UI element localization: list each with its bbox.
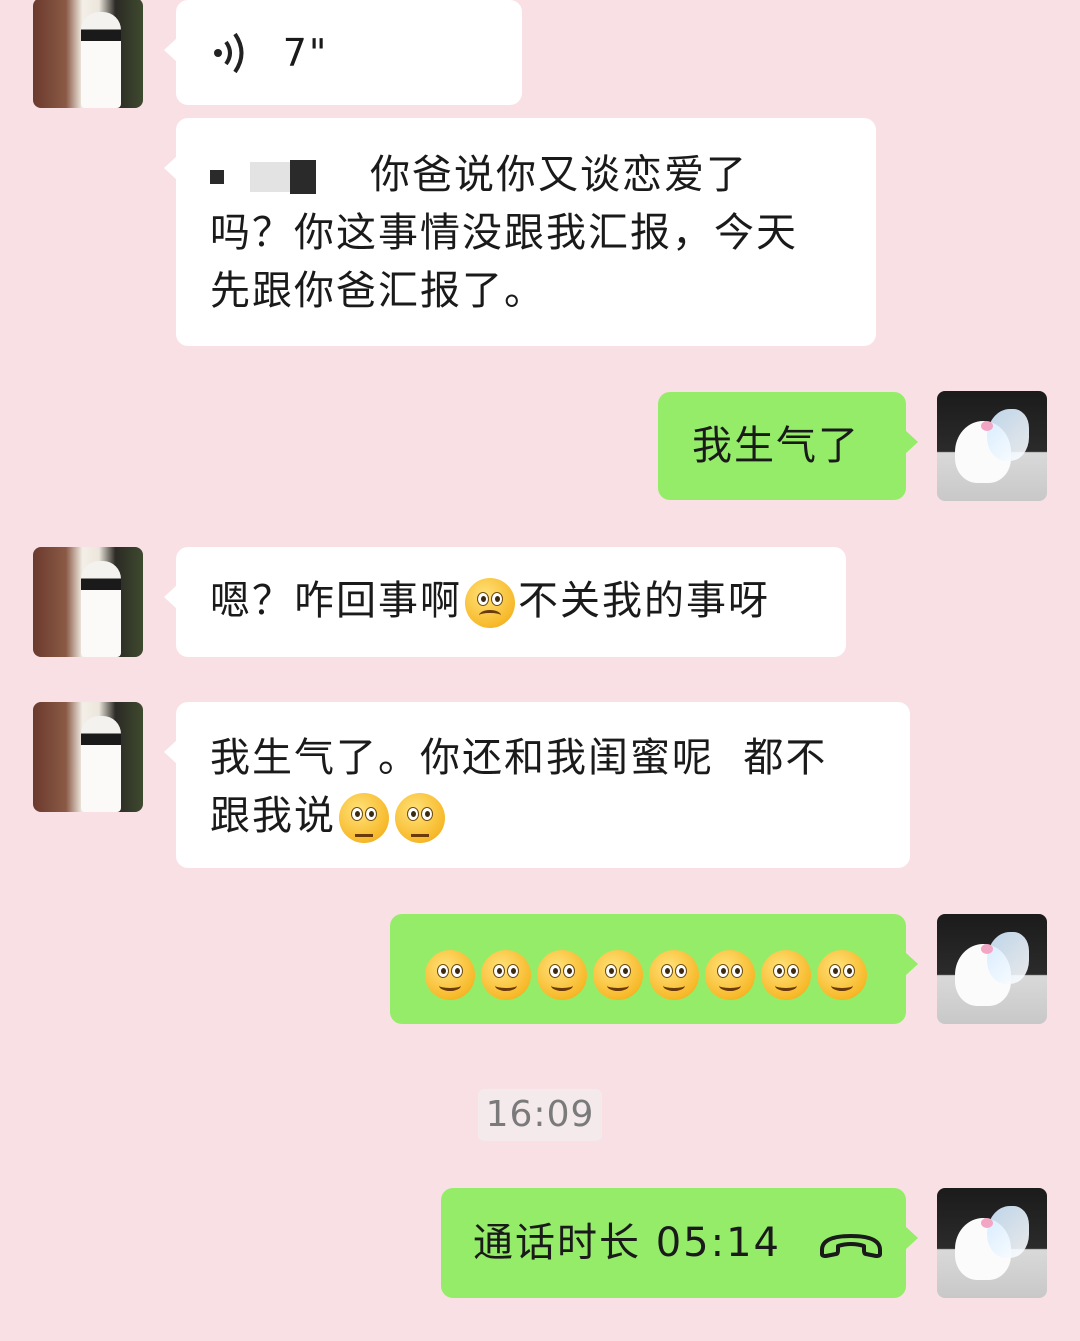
contact-avatar[interactable] — [33, 0, 143, 108]
frowning-face-icon — [465, 578, 515, 628]
text-message-bubble[interactable]: 嗯？咋回事啊 不关我的事呀 — [164, 547, 846, 657]
pleading-face-icon — [339, 793, 389, 843]
voice-message-bubble[interactable]: 7" — [164, 0, 522, 105]
contact-avatar[interactable] — [33, 547, 143, 657]
voice-duration: 7" — [282, 31, 329, 75]
phone-hangup-icon — [819, 1234, 882, 1258]
message-line: 你爸说你又谈恋爱了 — [210, 146, 856, 204]
message-line: 吗？你这事情没跟我汇报，今天 — [210, 210, 798, 256]
user-avatar[interactable] — [937, 391, 1047, 501]
user-avatar[interactable] — [937, 1188, 1047, 1298]
outgoing-message-bubble[interactable]: 我生气了 — [658, 392, 918, 500]
redacted-block — [250, 162, 290, 192]
smiling-face-icon — [761, 950, 811, 1000]
user-avatar[interactable] — [937, 914, 1047, 1024]
smiling-face-icon — [705, 950, 755, 1000]
message-line: 先跟你爸汇报了。 — [210, 268, 546, 314]
text-message-bubble[interactable]: 你爸说你又谈恋爱了 吗？你这事情没跟我汇报，今天 先跟你爸汇报了。 — [164, 118, 876, 346]
voice-wave-icon — [214, 32, 244, 74]
smiling-face-icon — [537, 950, 587, 1000]
smiling-face-icon — [593, 950, 643, 1000]
outgoing-emoji-bubble[interactable] — [390, 914, 918, 1024]
contact-avatar[interactable] — [33, 702, 143, 812]
smiling-face-icon — [817, 950, 867, 1000]
text-message-bubble[interactable]: 我生气了。你还和我闺蜜呢 都不 跟我说 — [164, 702, 910, 868]
pleading-face-icon — [395, 793, 445, 843]
message-timestamp: 16:09 — [478, 1089, 602, 1141]
redacted-block — [290, 160, 316, 194]
redacted-block — [210, 170, 224, 184]
message-line: 我生气了。你还和我闺蜜呢 都不 — [210, 735, 828, 781]
smiling-face-icon — [649, 950, 699, 1000]
smiling-face-icon — [425, 950, 475, 1000]
call-record-bubble[interactable]: 通话时长 05:14 — [441, 1188, 918, 1298]
smiling-face-icon — [481, 950, 531, 1000]
bottom-edge — [0, 1328, 1080, 1341]
message-line: 跟我说 — [210, 787, 910, 845]
